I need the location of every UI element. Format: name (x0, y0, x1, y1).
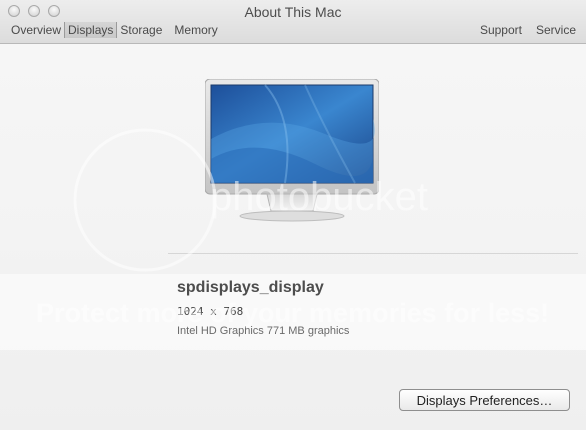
help-links: Support Service (480, 22, 576, 38)
display-name: spdisplays_display (177, 279, 324, 296)
tab-memory[interactable]: Memory (171, 22, 220, 38)
displays-preferences-button[interactable]: Displays Preferences… (399, 389, 570, 411)
tab-bar: Overview Displays Storage Memory (8, 22, 221, 38)
display-resolution: 1024 x 768 (177, 305, 244, 318)
title-bar: About This Mac Overview Displays Storage… (0, 0, 586, 44)
graphics-info: Intel HD Graphics 771 MB graphics (177, 325, 350, 337)
service-link[interactable]: Service (536, 22, 576, 38)
divider (168, 253, 578, 254)
tab-displays[interactable]: Displays (64, 22, 118, 38)
window-title: About This Mac (244, 4, 342, 20)
support-link[interactable]: Support (480, 22, 522, 38)
tab-storage[interactable]: Storage (117, 22, 165, 38)
displays-pane: spdisplays_display 1024 x 768 Intel HD G… (0, 44, 586, 430)
about-this-mac-window: About This Mac Overview Displays Storage… (0, 0, 586, 430)
monitor-icon (204, 78, 380, 229)
tab-overview[interactable]: Overview (8, 22, 64, 38)
